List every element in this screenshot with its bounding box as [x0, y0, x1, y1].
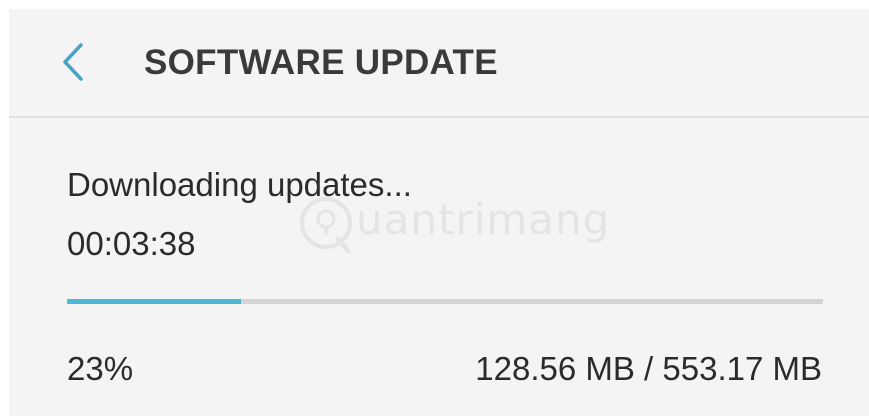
- app-bar: SOFTWARE UPDATE: [9, 9, 869, 116]
- progress-fill: [67, 299, 241, 304]
- progress-percent: 23%: [67, 350, 134, 387]
- software-update-screen: SOFTWARE UPDATE Downloading updates... 0…: [9, 9, 869, 416]
- elapsed-time: 00:03:38: [67, 225, 196, 262]
- page-title: SOFTWARE UPDATE: [144, 43, 498, 82]
- screen: SOFTWARE UPDATE Downloading updates... 0…: [0, 0, 869, 416]
- download-size: 128.56 MB / 553.17 MB: [475, 350, 822, 387]
- back-button[interactable]: [53, 37, 99, 87]
- header-divider: [9, 116, 869, 118]
- download-status: Downloading updates...: [67, 166, 412, 203]
- chevron-left-icon: [63, 43, 83, 81]
- progress-bar: [67, 299, 823, 304]
